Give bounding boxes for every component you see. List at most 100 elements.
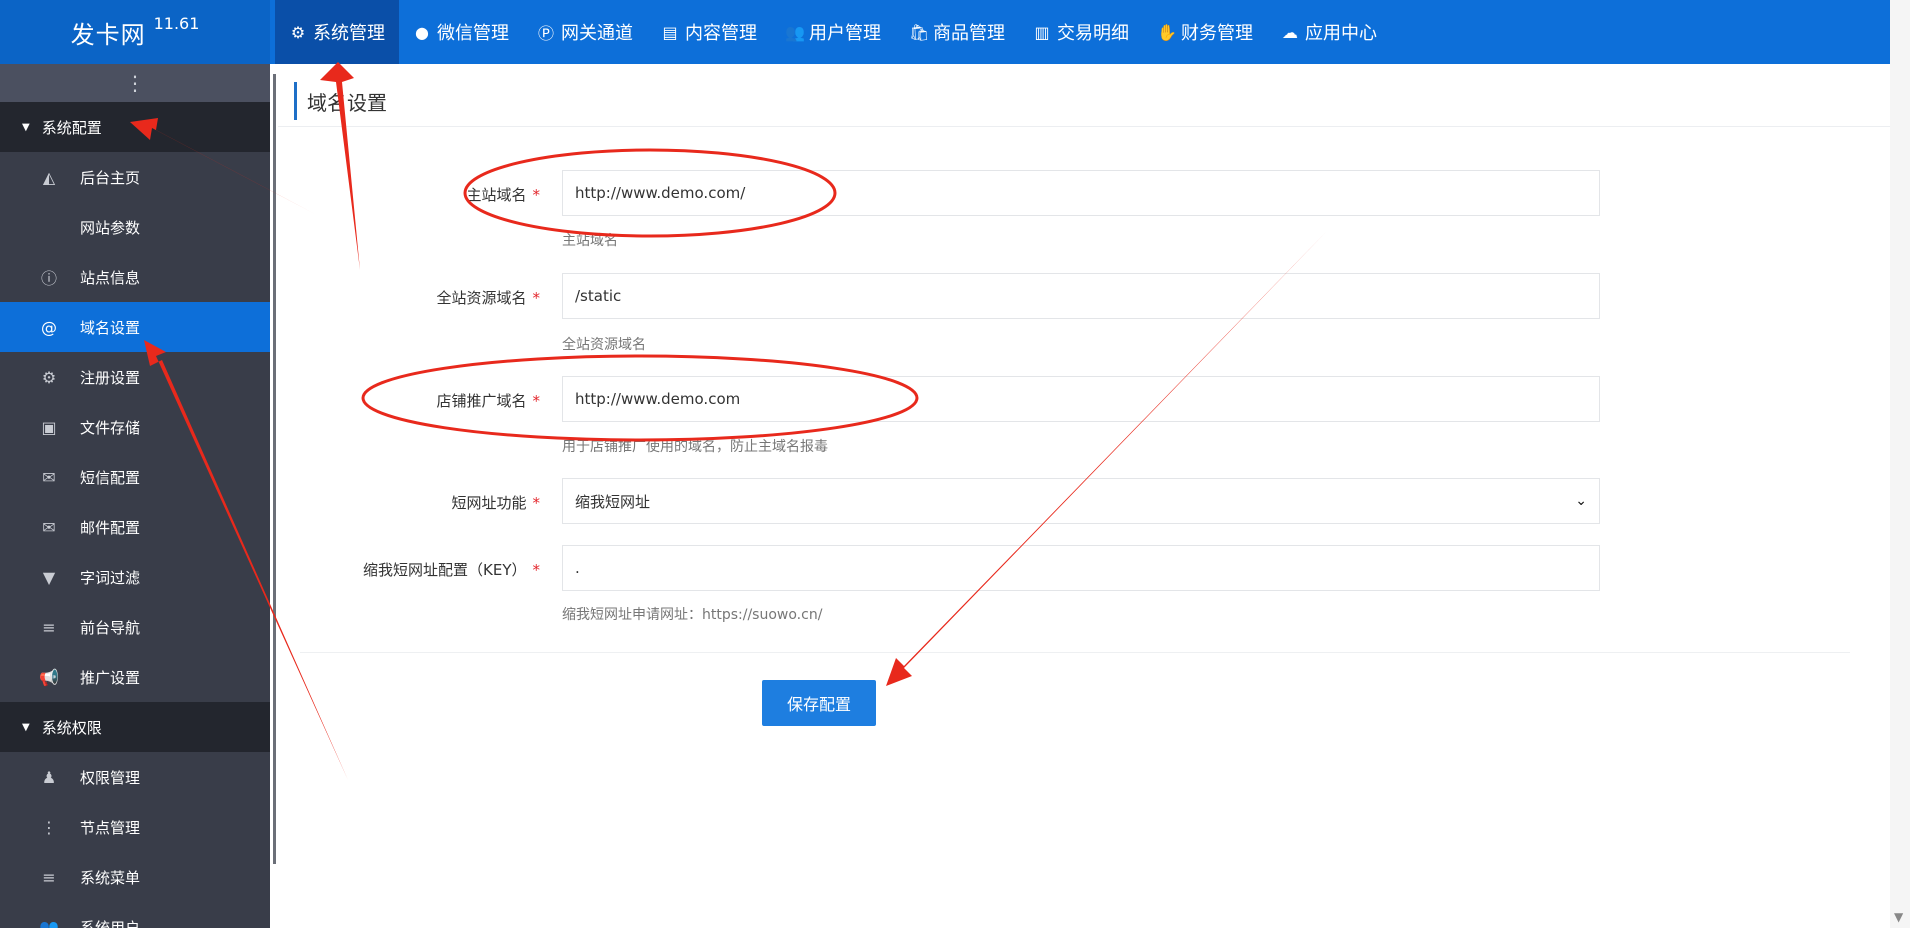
topnav-label: 交易明细	[1057, 23, 1129, 44]
field-label-text: 全站资源域名	[436, 289, 527, 307]
required-mark: *	[532, 289, 541, 307]
field-label-text: 缩我短网址配置（KEY）	[363, 561, 527, 579]
sidebar-item-label: 短信配置	[80, 468, 141, 487]
top-navbar: 发卡网 11.61 ⚙ 系统管理 ● 微信管理 Ⓟ 网关通道 ▤ 内容管理 👥 …	[0, 0, 1890, 64]
sidebar-item-label: 前台导航	[80, 618, 141, 637]
short-url-select[interactable]: 缩我短网址 ⌄	[562, 478, 1600, 524]
field-label: 缩我短网址配置（KEY） *	[270, 559, 552, 580]
topnav-gateway[interactable]: Ⓟ 网关通道	[523, 0, 647, 64]
shop-domain-help: 用于店铺推广使用的域名，防止主域名报毒	[562, 439, 828, 455]
short-key-help: 缩我短网址申请网址：https://suowo.cn/	[562, 607, 823, 623]
sidebar-item-domain-settings[interactable]: @ 域名设置	[0, 302, 270, 352]
sidebar-group-system-permissions[interactable]: ▼ 系统权限	[0, 702, 270, 752]
sidebar-item-system-users[interactable]: 👥 系统用户	[0, 902, 270, 928]
header-divider	[278, 126, 1890, 127]
bars-icon: ≡	[42, 617, 56, 637]
field-label-text: 店铺推广域名	[436, 392, 527, 410]
field-label-text: 主站域名	[466, 186, 527, 204]
brand-logo[interactable]: 发卡网 11.61	[0, 0, 270, 64]
brand-name: 发卡网	[70, 20, 146, 49]
sidebar-item-word-filter[interactable]: ▼ 字词过滤	[0, 552, 270, 602]
topnav-apps[interactable]: ☁ 应用中心	[1267, 0, 1391, 64]
sidebar-group-label: 系统权限	[41, 718, 102, 737]
user-secret-icon: ♟	[41, 767, 57, 787]
sidebar-item-site-info[interactable]: ⓘ 站点信息	[0, 252, 270, 302]
page-title: 域名设置	[307, 90, 387, 115]
info-icon: ⓘ	[40, 269, 57, 288]
brand-version: 11.61	[153, 13, 200, 33]
sidebar-toggle[interactable]: ⋮	[0, 64, 270, 102]
sidebar: ⋮ ▼ 系统配置 ◭ 后台主页 网站参数 ⓘ 站点信息 @ 域名设置 ⚙ 注册设…	[0, 64, 270, 928]
short-key-input[interactable]	[562, 545, 1600, 591]
topnav-label: 微信管理	[437, 23, 509, 44]
sidebar-group-system-config[interactable]: ▼ 系统配置	[0, 102, 270, 152]
static-domain-input[interactable]	[562, 273, 1600, 319]
topnav-label: 应用中心	[1305, 23, 1377, 44]
shop-domain-input[interactable]	[562, 376, 1600, 422]
bar-chart-icon: ▥	[1034, 22, 1050, 42]
topnav-wechat[interactable]: ● 微信管理	[399, 0, 523, 64]
sidebar-item-label: 网站参数	[80, 218, 141, 237]
field-label-text: 短网址功能	[451, 494, 527, 512]
users-icon: 👥	[39, 917, 59, 928]
sidebar-item-dashboard[interactable]: ◭ 后台主页	[0, 152, 270, 202]
sidebar-item-file-storage[interactable]: ▣ 文件存储	[0, 402, 270, 452]
save-config-button[interactable]: 保存配置	[762, 680, 876, 726]
sidebar-item-label: 文件存储	[80, 418, 141, 437]
main-content: 域名设置 主站域名 * 主站域名 全站资源域名 * 全站资源域名 店铺推广域名 * 用…	[270, 64, 1890, 928]
sidebar-item-permissions[interactable]: ♟ 权限管理	[0, 752, 270, 802]
static-domain-help: 全站资源域名	[562, 337, 646, 353]
topnav-users[interactable]: 👥 用户管理	[771, 0, 895, 64]
sidebar-item-label: 节点管理	[80, 818, 141, 837]
wechat-icon: ●	[415, 22, 429, 42]
sidebar-item-promo-settings[interactable]: 📢 推广设置	[0, 652, 270, 702]
at-icon: @	[41, 317, 57, 337]
field-label: 主站域名 *	[270, 184, 552, 205]
form-divider	[300, 652, 1850, 653]
page-header: 域名设置	[294, 82, 1850, 120]
sidebar-item-label: 站点信息	[80, 268, 141, 287]
sidebar-item-label: 推广设置	[80, 668, 141, 687]
sidebar-item-label: 邮件配置	[80, 518, 141, 537]
field-label: 店铺推广域名 *	[270, 390, 552, 411]
topnav-finance[interactable]: ✋ 财务管理	[1143, 0, 1267, 64]
topnav-label: 网关通道	[561, 23, 633, 44]
sidebar-item-register-settings[interactable]: ⚙ 注册设置	[0, 352, 270, 402]
sidebar-item-label: 权限管理	[80, 768, 141, 787]
envelope-icon: ✉	[42, 467, 56, 487]
sidebar-item-sms-config[interactable]: ✉ 短信配置	[0, 452, 270, 502]
scroll-down-arrow-icon[interactable]: ▼	[1894, 910, 1903, 924]
finance-icon: ✋	[1157, 22, 1177, 42]
bullhorn-icon: 📢	[39, 667, 59, 687]
topnav-content[interactable]: ▤ 内容管理	[647, 0, 771, 64]
main-domain-input[interactable]	[562, 170, 1600, 216]
field-label: 短网址功能 *	[270, 492, 552, 513]
sidebar-item-nodes[interactable]: ⋮ 节点管理	[0, 802, 270, 852]
topnav-goods[interactable]: 🛍 商品管理	[895, 0, 1019, 64]
sidebar-item-label: 后台主页	[80, 168, 141, 187]
sidebar-item-label: 系统菜单	[80, 868, 141, 887]
topnav-system[interactable]: ⚙ 系统管理	[275, 0, 399, 64]
envelope-icon: ✉	[42, 517, 56, 537]
shopping-bag-icon: 🛍	[909, 22, 930, 42]
sidebar-item-front-nav[interactable]: ≡ 前台导航	[0, 602, 270, 652]
sidebar-item-mail-config[interactable]: ✉ 邮件配置	[0, 502, 270, 552]
top-nav-menu: ⚙ 系统管理 ● 微信管理 Ⓟ 网关通道 ▤ 内容管理 👥 用户管理 🛍 商品管…	[270, 0, 1391, 64]
topnav-label: 商品管理	[933, 23, 1005, 44]
main-domain-help: 主站域名	[562, 233, 618, 249]
users-icon: 👥	[785, 22, 805, 42]
topnav-label: 内容管理	[685, 23, 757, 44]
gear-icon: ⚙	[41, 367, 57, 387]
caret-down-icon: ▼	[22, 721, 30, 733]
sidebar-item-label: 注册设置	[80, 368, 141, 387]
bars-icon: ≡	[42, 867, 56, 887]
sidebar-item-system-menu[interactable]: ≡ 系统菜单	[0, 852, 270, 902]
sidebar-item-site-params[interactable]: 网站参数	[0, 202, 270, 252]
select-value: 缩我短网址	[575, 492, 651, 511]
document-icon: ▤	[662, 22, 678, 42]
ellipsis-vertical-icon: ⋮	[125, 71, 145, 95]
page-scrollbar[interactable]	[1890, 0, 1910, 928]
topnav-trades[interactable]: ▥ 交易明细	[1019, 0, 1143, 64]
filter-icon: ▼	[42, 567, 56, 587]
sidebar-item-label: 系统用户	[80, 918, 141, 928]
